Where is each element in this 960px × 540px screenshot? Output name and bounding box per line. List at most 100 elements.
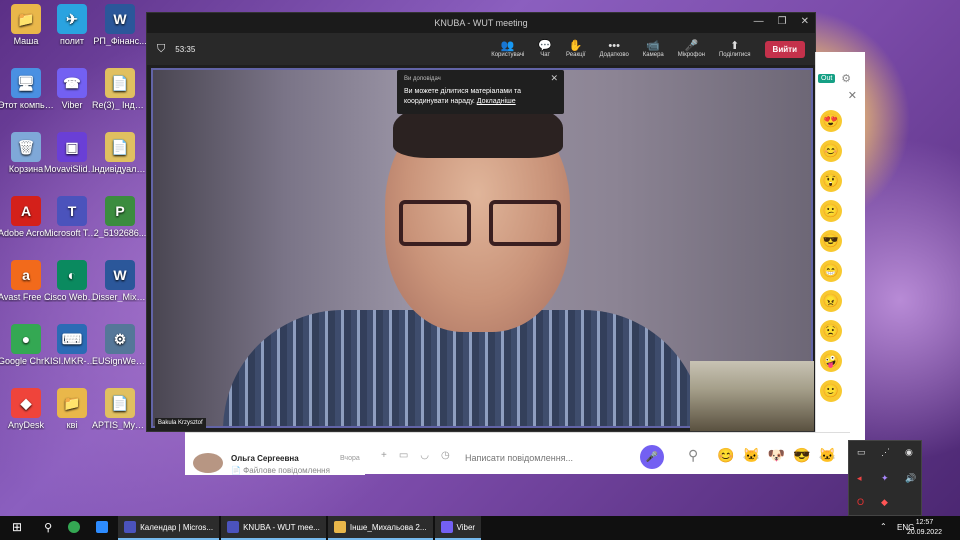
popup-close-icon[interactable]: ✕	[550, 73, 558, 83]
toolbar-button[interactable]: ⬆ Поділитися	[719, 40, 751, 58]
emoji-item[interactable]: 😊	[820, 140, 842, 162]
app-icon: ⌨	[57, 324, 87, 354]
toolbar-icon: ✋	[568, 40, 583, 52]
clock-time: 12:57	[915, 519, 934, 526]
toolbar-icon: •••	[608, 40, 620, 52]
emoji-item[interactable]: 😎	[820, 230, 842, 252]
app-icon: 📄	[105, 388, 135, 418]
app-icon: P	[105, 196, 135, 226]
emoji-item[interactable]: 😲	[820, 170, 842, 192]
chrome-taskbar-icon[interactable]	[62, 516, 90, 540]
plus-icon[interactable]: +	[381, 450, 387, 461]
meeting-toolbar: ⛉ 53:35 👥 Користувачі 💬 Чат ✋ Реакції ••• Додат…	[147, 33, 815, 65]
start-button[interactable]: ⊞	[0, 516, 34, 540]
microphone-button[interactable]: 🎤	[640, 445, 664, 469]
message-time: Вчора	[340, 455, 360, 462]
toolbar-button[interactable]: 💬 Чат	[538, 40, 552, 58]
emoji-item[interactable]: 😍	[820, 110, 842, 132]
emoji-item[interactable]: 😟	[820, 320, 842, 342]
toolbar-button-label: Реакції	[566, 52, 586, 58]
minimize-icon[interactable]: —	[754, 16, 764, 27]
tray-anydesk-icon[interactable]: ◆	[881, 497, 888, 508]
gif-icon[interactable]: ▭	[399, 450, 408, 461]
toolbar-button-label: Чат	[540, 52, 551, 58]
maximize-icon[interactable]: ❐	[778, 16, 787, 27]
sticker-icon[interactable]: ◡	[420, 450, 429, 461]
toolbar-button[interactable]: ✋ Реакції	[566, 40, 585, 58]
zoom-taskbar-icon[interactable]	[90, 516, 118, 540]
tray-app-icon[interactable]: ◉	[905, 447, 913, 458]
desktop-icon-label: РП_Фінанс...	[93, 36, 147, 46]
toolbar-button[interactable]: 📹 Камера	[643, 40, 664, 58]
desktop-icon[interactable]: W РП_Фінанс...	[90, 4, 150, 46]
tray-avast-icon[interactable]: ◂	[857, 473, 862, 484]
desktop-icon[interactable]: 📄 Re(3)_ Індивідуаль...	[90, 68, 150, 110]
emoji-item[interactable]: 😕	[820, 200, 842, 222]
popup-learn-more-link[interactable]: Докладніше	[477, 98, 516, 105]
app-icon: ☎	[57, 68, 87, 98]
self-view-video	[690, 361, 814, 431]
sticker-item[interactable]: 🐶	[768, 447, 785, 464]
sticker-item[interactable]: 😊	[717, 447, 734, 464]
settings-icon[interactable]: ⚙	[841, 72, 851, 85]
tray-monitor-icon[interactable]: ▭	[857, 447, 866, 458]
taskbar-item-label: Календар | Micros...	[140, 522, 214, 532]
desktop-icon-label: Індивідуаль плани за 2...	[92, 164, 150, 174]
tray-overflow-popup: ▭ ⋰ ◉ ◂ ✦ 🔊 O ◆	[848, 440, 922, 516]
taskbar-item-label: KNUBA - WUT mee...	[243, 522, 320, 532]
message-input[interactable]	[465, 453, 635, 463]
tray-volume-icon[interactable]: 🔊	[905, 473, 916, 484]
desktop-icon-label: Re(3)_ Індивідуаль...	[92, 100, 150, 110]
toolbar-button[interactable]: ••• Додатково	[600, 40, 629, 58]
tray-teams-icon[interactable]: ✦	[881, 473, 889, 484]
taskbar: ⊞ ⚲ Календар | Micros... KNUBA - WUT mee.…	[0, 516, 960, 540]
taskbar-item[interactable]: Viber	[434, 516, 482, 540]
taskbar-app-icon	[333, 521, 346, 533]
taskbar-item[interactable]: Календар | Micros...	[118, 516, 220, 540]
desktop-icon[interactable]: P 2_5192686...	[90, 196, 150, 238]
toolbar-button[interactable]: 👥 Користувачі	[491, 40, 524, 58]
chat-list-item[interactable]: Ольга Сергеевна 📄 Файлове повідомлення В…	[185, 433, 365, 475]
desktop-icon[interactable]: 📄 APTIS_Mykh...	[90, 388, 150, 430]
desktop-icon[interactable]: 📄 Індивідуаль плани за 2...	[90, 132, 150, 174]
close-icon[interactable]: ✕	[801, 16, 809, 27]
taskbar-item[interactable]: Інше_Михальова 2...	[327, 516, 433, 540]
search-icon[interactable]: ⚲	[688, 447, 698, 464]
desktop-icon-label: EUSignWeb...	[92, 356, 149, 366]
chevron-up-icon[interactable]: ⌃	[880, 522, 887, 531]
search-icon[interactable]: ⚲	[34, 516, 62, 540]
sticker-item[interactable]: 🐱	[819, 447, 836, 464]
desktop-icon[interactable]: ⚙ EUSignWeb...	[90, 324, 150, 366]
app-icon: a	[11, 260, 41, 290]
out-badge[interactable]: Out	[818, 74, 836, 83]
emoji-item[interactable]: 🤪	[820, 350, 842, 372]
app-icon: W	[105, 260, 135, 290]
toolbar-button-label: Поділитися	[718, 52, 751, 58]
popup-heading: Ви доповідач	[404, 76, 441, 82]
window-titlebar: KNUBA - WUT meeting — ❐ ✕	[147, 13, 815, 33]
leave-button[interactable]: Вийти	[764, 40, 805, 58]
emoji-item[interactable]: 😠	[820, 290, 842, 312]
avatar	[193, 453, 223, 473]
sticker-item[interactable]: 😎	[793, 447, 810, 464]
toolbar-button[interactable]: 🎤 Мікрофон	[678, 40, 705, 58]
viber-window: Ольга Сергеевна 📄 Файлове повідомлення В…	[185, 432, 850, 475]
sticker-item[interactable]: 🐱	[742, 447, 759, 464]
tray-network-icon[interactable]: ⋰	[881, 447, 890, 458]
timer-icon[interactable]: ◷	[441, 450, 450, 461]
panel-close-icon[interactable]: ✕	[816, 89, 865, 102]
app-icon: 🖥	[11, 68, 41, 98]
app-icon: ▣	[57, 132, 87, 162]
taskbar-item-label: Інше_Михальова 2...	[349, 522, 427, 532]
emoji-item[interactable]: 😁	[820, 260, 842, 282]
toolbar-icon: 💬	[538, 40, 553, 52]
desktop-icon[interactable]: W Disser_Mixa...	[90, 260, 150, 302]
app-icon: ◐	[57, 260, 87, 290]
app-icon: W	[105, 4, 135, 34]
tray-opera-icon[interactable]: O	[857, 497, 864, 507]
app-icon: 🗑	[11, 132, 41, 162]
taskbar-item[interactable]: KNUBA - WUT mee...	[221, 516, 326, 540]
emoji-item[interactable]: 🙂	[820, 380, 842, 402]
meeting-timer: 53:35	[175, 44, 196, 54]
clock[interactable]: 12:57 20.09.2022	[907, 518, 942, 538]
